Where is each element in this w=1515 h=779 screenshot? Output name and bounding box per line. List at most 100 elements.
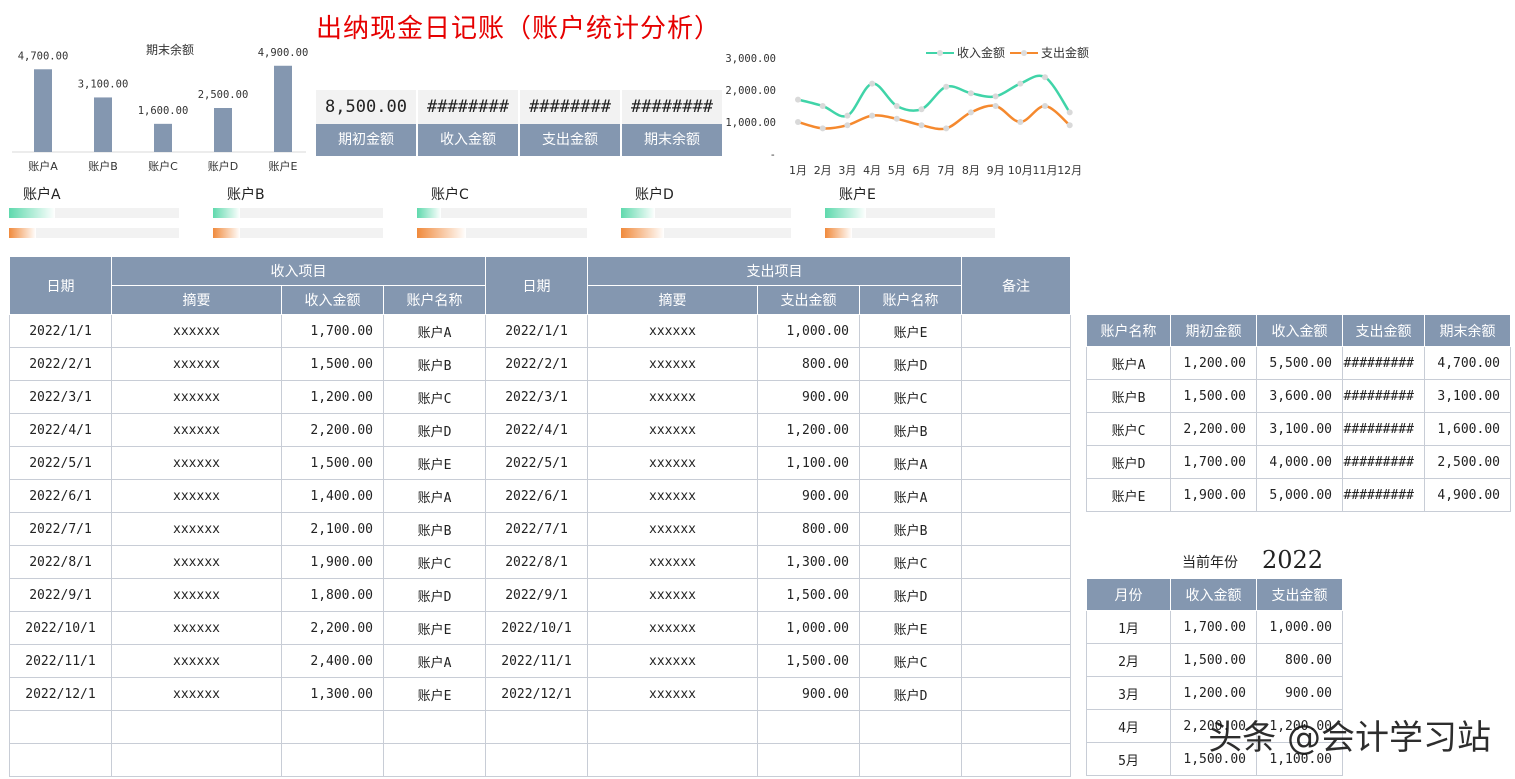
table-cell[interactable] — [383, 710, 486, 744]
bar-账户E[interactable] — [274, 65, 292, 152]
table-cell[interactable]: 3,600.00 — [1256, 379, 1343, 413]
table-row[interactable]: 2022/4/1 xxxxxx 2,200.00 账户D 2022/4/1 xxxxxx 1… — [9, 413, 1071, 447]
table-cell[interactable]: 账户D — [383, 413, 486, 447]
series-point-收入金额[interactable] — [1042, 74, 1048, 81]
table-cell[interactable]: 账户E — [383, 677, 486, 711]
account_table-header[interactable]: 期初金额 — [1170, 314, 1257, 347]
table-row[interactable]: 1月 1,700.00 1,000.00 — [1086, 610, 1343, 644]
month_table-header[interactable]: 月份 — [1086, 578, 1171, 611]
table-cell[interactable]: ######### — [1342, 445, 1425, 479]
table-cell[interactable]: 2022/3/1 — [9, 380, 112, 414]
table-cell[interactable]: 1,000.00 — [757, 611, 860, 645]
income-amount-header[interactable]: 收入金额 — [281, 285, 384, 315]
table-cell[interactable]: 4,700.00 — [1424, 346, 1511, 380]
table-cell[interactable] — [111, 710, 282, 744]
table-cell[interactable]: xxxxxx — [587, 545, 758, 579]
table-cell[interactable]: 账户B — [383, 347, 486, 381]
table-cell[interactable]: 1,500.00 — [1170, 643, 1257, 677]
table-cell[interactable]: 账户E — [859, 314, 962, 348]
table-cell[interactable]: 账户D — [859, 677, 962, 711]
table-row[interactable]: 2022/6/1 xxxxxx 1,400.00 账户A 2022/6/1 xxxxxx 9… — [9, 479, 1071, 513]
series-point-支出金额[interactable] — [918, 122, 925, 129]
table-cell[interactable] — [9, 743, 112, 777]
series-point-收入金额[interactable] — [918, 106, 925, 113]
table-cell[interactable] — [961, 512, 1071, 546]
table-cell[interactable]: ######### — [1342, 412, 1425, 446]
table-cell[interactable]: 账户E — [383, 611, 486, 645]
table-cell[interactable]: 1,000.00 — [757, 314, 860, 348]
account_table-header[interactable]: 收入金额 — [1256, 314, 1343, 347]
table-cell[interactable]: 2,200.00 — [281, 413, 384, 447]
series-point-收入金额[interactable] — [893, 103, 900, 109]
table-row[interactable]: 2022/10/1 xxxxxx 2,200.00 账户E 2022/10/1 xxxxx… — [9, 611, 1071, 645]
bar-账户B[interactable] — [94, 97, 112, 152]
table-cell[interactable]: 1,300.00 — [757, 545, 860, 579]
series-line-支出金额[interactable] — [797, 104, 1071, 131]
table-cell[interactable] — [859, 710, 962, 744]
table-cell[interactable]: 1,100.00 — [757, 446, 860, 480]
table-cell[interactable]: xxxxxx — [587, 479, 758, 513]
table-row[interactable] — [9, 743, 1071, 777]
table-cell[interactable]: xxxxxx — [111, 380, 282, 414]
table-cell[interactable]: 账户A — [1086, 346, 1171, 380]
table-cell[interactable]: 5月 — [1086, 742, 1171, 776]
table-cell[interactable]: 5,000.00 — [1256, 478, 1343, 512]
table-cell[interactable]: 账户C — [859, 380, 962, 414]
series-point-支出金额[interactable] — [1066, 122, 1073, 129]
series-point-支出金额[interactable] — [844, 122, 851, 129]
table-cell[interactable]: 1,500.00 — [281, 446, 384, 480]
table-cell[interactable]: 2022/2/1 — [9, 347, 112, 381]
table-row[interactable]: 2022/11/1 xxxxxx 2,400.00 账户A 2022/11/1 xxxxx… — [9, 644, 1071, 678]
table-cell[interactable] — [587, 710, 758, 744]
table-cell[interactable]: xxxxxx — [111, 611, 282, 645]
series-point-收入金额[interactable] — [967, 90, 974, 97]
current-year-value[interactable]: 2022 — [1262, 546, 1323, 574]
table-cell[interactable]: 1,900.00 — [1170, 478, 1257, 512]
series-point-收入金额[interactable] — [844, 112, 851, 119]
series-line-收入金额[interactable] — [797, 74, 1071, 118]
table-cell[interactable]: xxxxxx — [111, 545, 282, 579]
table-cell[interactable]: ######### — [1342, 379, 1425, 413]
table-cell[interactable]: 2,400.00 — [281, 644, 384, 678]
table-cell[interactable]: 2022/5/1 — [9, 446, 112, 480]
table-cell[interactable]: 账户B — [859, 512, 962, 546]
table-cell[interactable]: 2022/4/1 — [485, 413, 588, 447]
account_table-header[interactable]: 期末余额 — [1424, 314, 1511, 347]
series-point-收入金额[interactable] — [795, 96, 801, 103]
table-cell[interactable]: 账户C — [859, 644, 962, 678]
table-row[interactable]: 2022/8/1 xxxxxx 1,900.00 账户C 2022/8/1 xxxxxx 1… — [9, 545, 1071, 579]
table-row[interactable]: 2022/7/1 xxxxxx 2,100.00 账户B 2022/7/1 xxxxxx 8… — [9, 512, 1071, 546]
table-cell[interactable]: 账户D — [859, 347, 962, 381]
table-cell[interactable]: 2022/11/1 — [485, 644, 588, 678]
bar-账户C[interactable] — [154, 123, 172, 152]
table-cell[interactable]: xxxxxx — [587, 446, 758, 480]
table-cell[interactable]: 4,000.00 — [1256, 445, 1343, 479]
series-point-支出金额[interactable] — [1042, 103, 1048, 109]
table-cell[interactable]: 2,500.00 — [1424, 445, 1511, 479]
table-cell[interactable]: xxxxxx — [111, 578, 282, 612]
table-cell[interactable]: 账户D — [1086, 445, 1171, 479]
table-cell[interactable]: 账户A — [859, 479, 962, 513]
table-cell[interactable]: xxxxxx — [587, 512, 758, 546]
table-cell[interactable]: 2月 — [1086, 643, 1171, 677]
table-cell[interactable]: 账户A — [383, 479, 486, 513]
table-cell[interactable] — [281, 710, 384, 744]
expense-summary-header[interactable]: 摘要 — [587, 285, 758, 315]
series-point-收入金额[interactable] — [1066, 109, 1073, 116]
table-cell[interactable]: 2022/12/1 — [485, 677, 588, 711]
table-cell[interactable] — [383, 743, 486, 777]
table-cell[interactable]: 2022/6/1 — [485, 479, 588, 513]
table-cell[interactable]: 1,200.00 — [1170, 346, 1257, 380]
table-row[interactable]: 账户C 2,200.00 3,100.00 ######### 1,600.00 — [1086, 412, 1511, 446]
table-cell[interactable]: 账户C — [859, 545, 962, 579]
bar-账户D[interactable] — [214, 108, 232, 152]
table-cell[interactable]: 900.00 — [757, 677, 860, 711]
table-cell[interactable]: xxxxxx — [587, 578, 758, 612]
table-cell[interactable] — [961, 446, 1071, 480]
table-cell[interactable]: xxxxxx — [111, 347, 282, 381]
table-cell[interactable]: xxxxxx — [111, 413, 282, 447]
table-cell[interactable] — [961, 578, 1071, 612]
table-cell[interactable] — [961, 743, 1071, 777]
table-cell[interactable]: 1,600.00 — [1424, 412, 1511, 446]
table-cell[interactable]: xxxxxx — [111, 644, 282, 678]
